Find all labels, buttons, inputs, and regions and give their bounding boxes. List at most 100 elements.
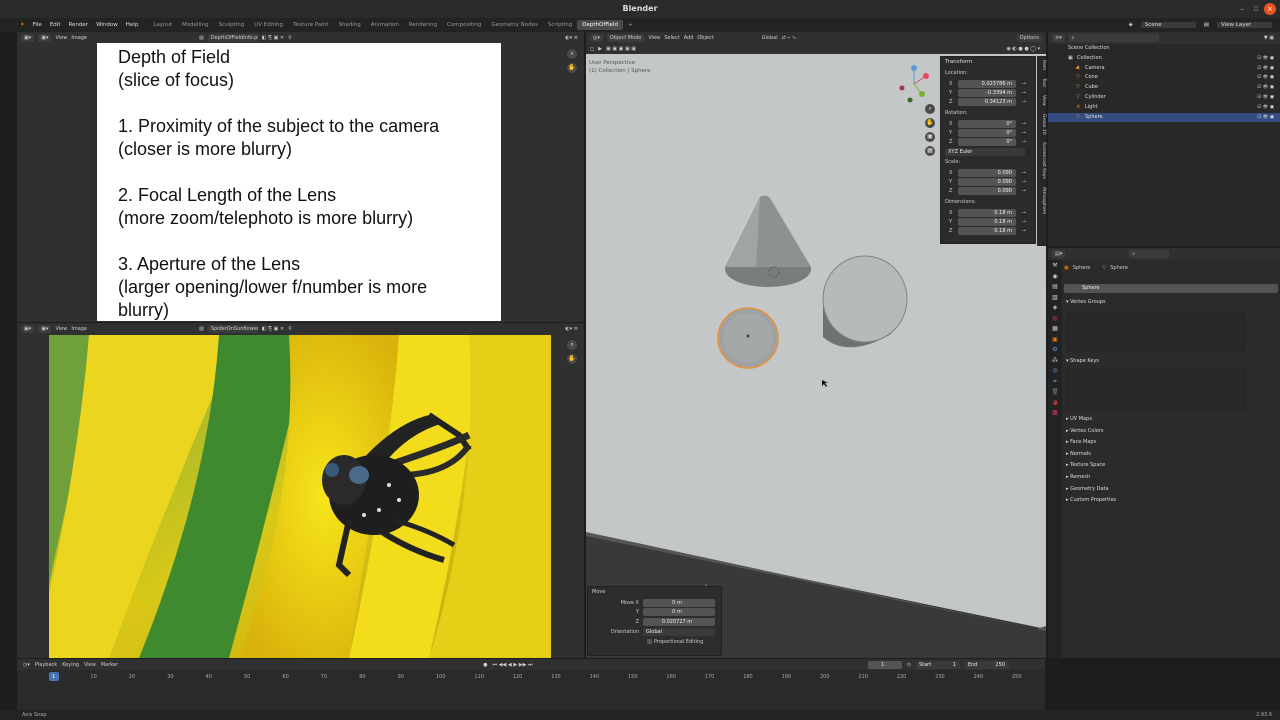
viewport-menu-object[interactable]: Object bbox=[697, 35, 713, 41]
particles-tab-icon[interactable]: ⁂ bbox=[1052, 357, 1058, 364]
material-tab-icon[interactable]: ◕ bbox=[1052, 399, 1057, 406]
sphere-object[interactable] bbox=[717, 307, 779, 369]
minimize-icon[interactable]: – bbox=[1236, 3, 1248, 15]
move-panel-title[interactable]: Move bbox=[588, 587, 721, 597]
shape-keys-panel[interactable]: ▾ Shape Keys bbox=[1066, 356, 1099, 368]
properties-search[interactable]: ⌕ bbox=[1129, 250, 1170, 258]
tab-uv-editing[interactable]: UV Editing bbox=[249, 20, 288, 30]
visibility-toggle-icons[interactable]: ☑ 👁 ▣ bbox=[1257, 64, 1280, 74]
tab-tool[interactable]: Tool bbox=[1037, 78, 1046, 87]
tab-modelling[interactable]: Modelling bbox=[177, 20, 214, 30]
tab-compositing[interactable]: Compositing bbox=[442, 20, 486, 30]
section-face-maps[interactable]: ▸ Face Maps bbox=[1066, 437, 1116, 449]
section-vertex-colors[interactable]: ▸ Vertex Colors bbox=[1066, 426, 1116, 438]
tab-atmosphere[interactable]: Atmosphere bbox=[1037, 187, 1046, 214]
visibility-toggle-icons[interactable]: ☑ 👁 ▣ bbox=[1257, 93, 1280, 103]
timeline-menu-marker[interactable]: Marker bbox=[101, 662, 118, 668]
tab-scripting[interactable]: Scripting bbox=[543, 20, 577, 30]
visibility-toggle-icons[interactable]: ☑ 👁 ▣ bbox=[1257, 73, 1280, 83]
move-row-field[interactable]: 0 m bbox=[643, 598, 715, 607]
photo-menu-image[interactable]: Image bbox=[71, 326, 87, 332]
transform-title[interactable]: Transform bbox=[941, 57, 1035, 67]
menu-render[interactable]: Render bbox=[64, 22, 92, 28]
photo-filename-field[interactable]: SpiderOnSunflower.jpg bbox=[207, 325, 258, 333]
pan-hand-icon[interactable]: ✋ bbox=[567, 354, 577, 364]
mesh-name-field[interactable]: Sphere bbox=[1064, 284, 1278, 293]
rotation-z-field[interactable]: 0° bbox=[958, 138, 1016, 146]
doc-filename-field[interactable]: DepthOfFieldInfo.png bbox=[207, 34, 258, 42]
menu-file[interactable]: File bbox=[29, 22, 46, 28]
tool-tab-icon[interactable]: ⚒ bbox=[1052, 262, 1057, 269]
modifier-tab-icon[interactable]: ⚙ bbox=[1052, 346, 1057, 353]
outliner-item-cone[interactable]: ▽ Cone ☑ 👁 ▣ bbox=[1048, 73, 1280, 83]
proportional-checkbox[interactable] bbox=[647, 639, 652, 644]
add-workspace-icon[interactable]: + bbox=[623, 20, 638, 30]
constraints-tab-icon[interactable]: ⚭ bbox=[1052, 378, 1057, 385]
current-frame-field[interactable]: 1 bbox=[867, 660, 902, 669]
outliner-search[interactable]: ⌕ bbox=[1068, 34, 1159, 42]
visibility-toggle-icons[interactable]: ☑ 👁 ▣ bbox=[1257, 83, 1280, 93]
texture-tab-icon[interactable]: ▩ bbox=[1052, 409, 1058, 416]
pin-icon[interactable]: ⚲ bbox=[288, 35, 292, 41]
tab-grove[interactable]: Grove 10 bbox=[1037, 114, 1046, 135]
rotation-y-field[interactable]: 0° bbox=[958, 129, 1016, 137]
scene-tab-icon[interactable]: ◈ bbox=[1053, 304, 1058, 311]
outliner-item-camera[interactable]: ⛘ Camera ☑ 👁 ▣ bbox=[1048, 64, 1280, 74]
lock-icon[interactable]: ⊸ bbox=[1022, 228, 1026, 234]
timeline-menu-keying[interactable]: Keying bbox=[62, 662, 79, 668]
lock-icon[interactable]: ⊸ bbox=[1022, 210, 1026, 216]
snap-icons[interactable]: ⇄ ⌁ ∿ bbox=[782, 35, 797, 41]
pin-icon[interactable]: ⚲ bbox=[288, 326, 292, 332]
navigation-gizmo[interactable] bbox=[894, 64, 934, 104]
start-frame-field[interactable]: Start 1 bbox=[915, 660, 960, 669]
menu-window[interactable]: Window bbox=[92, 22, 122, 28]
image-tools-icons[interactable]: ◧ ⎘ ▣ ✕ bbox=[262, 35, 284, 41]
location-y-field[interactable]: -0.3394 m bbox=[958, 89, 1016, 97]
viewport-menu-view[interactable]: View bbox=[648, 35, 660, 41]
viewport-menu-add[interactable]: Add bbox=[684, 35, 694, 41]
vertex-groups-panel[interactable]: ▾ Vertex Groups bbox=[1066, 297, 1106, 309]
section-custom-properties[interactable]: ▸ Custom Properties bbox=[1066, 495, 1116, 507]
cursor-tool-icon[interactable]: ▶ bbox=[598, 46, 602, 52]
lock-icon[interactable]: ⊸ bbox=[1022, 81, 1026, 87]
pan-hand-icon[interactable]: ✋ bbox=[567, 63, 577, 73]
tab-shading[interactable]: Shading bbox=[333, 20, 365, 30]
scene-collection-row[interactable]: Scene Collection bbox=[1048, 44, 1280, 54]
lock-icon[interactable]: ⊸ bbox=[1022, 139, 1026, 145]
select-modes-icons[interactable]: ▣ ▣ ▣ ▣ ▣ bbox=[606, 46, 636, 52]
tab-layout[interactable]: Layout bbox=[148, 20, 177, 30]
object-mode-dropdown[interactable]: Object Mode bbox=[606, 34, 645, 42]
options-dropdown[interactable]: Options bbox=[1016, 34, 1042, 42]
lock-icon[interactable]: ⊸ bbox=[1022, 130, 1026, 136]
playback-controls-icon[interactable]: ⏮ ◀◀ ◀ ▶ ▶▶ ⏭ bbox=[493, 662, 533, 668]
doc-menu-image[interactable]: Image bbox=[71, 35, 87, 41]
tab-texture-paint[interactable]: Texture Paint bbox=[288, 20, 334, 30]
section-remesh[interactable]: ▸ Remesh bbox=[1066, 472, 1116, 484]
menu-help[interactable]: Help bbox=[122, 22, 143, 28]
select-tool-icon[interactable]: ◻ bbox=[590, 46, 594, 52]
view-mode-icon[interactable]: ▣▾ bbox=[38, 34, 52, 42]
shape-keys-list[interactable] bbox=[1066, 370, 1246, 410]
doc-menu-view[interactable]: View bbox=[55, 35, 67, 41]
rotation-x-field[interactable]: 0° bbox=[958, 120, 1016, 128]
viewport-menu-select[interactable]: Select bbox=[664, 35, 679, 41]
end-frame-field[interactable]: End 250 bbox=[964, 660, 1009, 669]
scale-z-field[interactable]: 0.090 bbox=[958, 187, 1016, 195]
outliner-item-sphere[interactable]: ▽ Sphere ☑ 👁 ▣ bbox=[1048, 112, 1280, 123]
tab-view[interactable]: View bbox=[1037, 95, 1046, 106]
tab-sculpting[interactable]: Sculpting bbox=[214, 20, 250, 30]
tab-depthoffield[interactable]: DepthOfField bbox=[577, 20, 624, 30]
tab-geometry-nodes[interactable]: Geometry Nodes bbox=[486, 20, 542, 30]
lock-icon[interactable]: ⊸ bbox=[1022, 121, 1026, 127]
visibility-toggle-icons[interactable]: ☑ 👁 ▣ bbox=[1257, 113, 1280, 123]
lock-icon[interactable]: ⊸ bbox=[1022, 219, 1026, 225]
visibility-toggle-icons[interactable]: ☑ 👁 ▣ bbox=[1257, 103, 1280, 113]
tab-item[interactable]: Item bbox=[1037, 60, 1046, 70]
display-channels-icon[interactable]: ◐▾ ≡ bbox=[565, 326, 584, 332]
lock-icon[interactable]: ⊸ bbox=[1022, 170, 1026, 176]
lock-icon[interactable]: ⊸ bbox=[1022, 99, 1026, 105]
lock-icon[interactable]: ⊸ bbox=[1022, 179, 1026, 185]
vertex-groups-list[interactable] bbox=[1066, 312, 1246, 352]
display-channels-icon[interactable]: ◐▾ ≡ bbox=[565, 35, 584, 41]
zoom-icon[interactable]: ⌕ bbox=[567, 340, 577, 350]
